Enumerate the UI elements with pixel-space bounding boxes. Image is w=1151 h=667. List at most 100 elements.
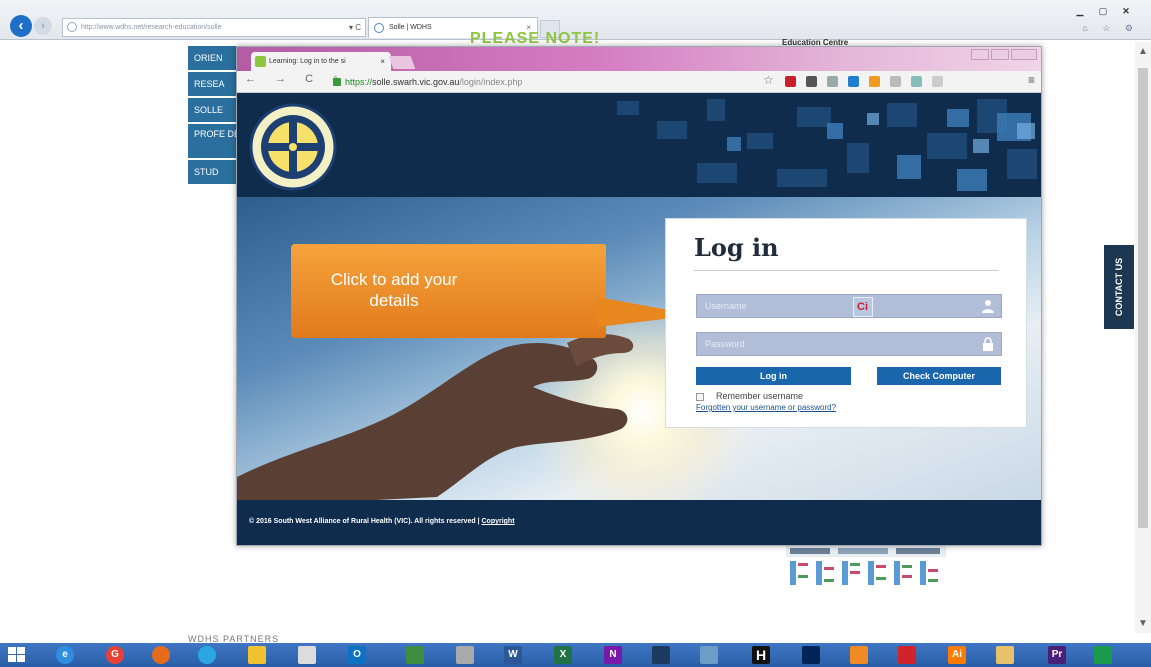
lock-icon (983, 337, 993, 351)
close-tab-icon[interactable]: × (380, 52, 385, 71)
site-footer: © 2016 South West Alliance of Rural Heal… (237, 500, 1041, 545)
maximize-button[interactable]: ▢ (1092, 4, 1114, 18)
word-icon[interactable]: W (504, 646, 522, 664)
chrome-titlebar: Learning: Log in to the si × (237, 47, 1041, 71)
callout-text: Click to add your details (289, 269, 499, 311)
app-icon[interactable] (1094, 646, 1112, 664)
bookmark-star-icon[interactable]: ☆ (763, 73, 774, 87)
username-placeholder: Username (705, 301, 747, 311)
remember-label: Remember username (716, 391, 804, 401)
swarh-logo-icon (249, 103, 337, 191)
check-computer-button[interactable]: Check Computer (877, 367, 1001, 385)
extension-icon[interactable] (932, 76, 943, 87)
extension-icon[interactable] (890, 76, 901, 87)
scroll-up-icon[interactable]: ▲ (1138, 46, 1148, 57)
scroll-thumb[interactable] (1138, 68, 1148, 528)
site-header (237, 93, 1041, 197)
lock-icon (333, 78, 341, 86)
lastpass-label: Ci (857, 301, 868, 313)
extension-icon[interactable] (785, 76, 796, 87)
close-button[interactable] (1011, 49, 1037, 60)
extension-icon[interactable] (827, 76, 838, 87)
callout-line-1: Click to add your (330, 270, 458, 289)
copyright-text: © 2016 South West Alliance of Rural Heal… (249, 518, 515, 525)
url-domain: solle.swarh.vic.gov.au (372, 77, 460, 87)
illustrator-icon[interactable]: Ai (948, 646, 966, 664)
url-path: /login/index.php (459, 77, 523, 87)
page-icon (67, 22, 77, 32)
camera-icon[interactable] (298, 646, 316, 664)
forward-icon[interactable]: › (34, 17, 52, 35)
file-explorer-icon[interactable] (248, 646, 266, 664)
extension-icon[interactable] (911, 76, 922, 87)
windows-start-icon[interactable] (8, 647, 26, 663)
remember-checkbox[interactable] (696, 392, 704, 401)
window-controls: ▁ ▢ ✕ (1068, 4, 1137, 18)
minimize-button[interactable]: ▁ (1069, 4, 1091, 18)
new-tab-button[interactable] (388, 56, 416, 69)
chrome-address-bar[interactable]: https://solle.swarh.vic.gov.au/login/ind… (331, 74, 761, 90)
ie-icon[interactable]: e (56, 646, 74, 664)
page-scrollbar[interactable]: ▲ ▼ (1135, 42, 1151, 633)
powershell-icon[interactable] (802, 646, 820, 664)
tab-favicon-icon (374, 23, 384, 33)
extension-icon[interactable] (848, 76, 859, 87)
password-placeholder: Password (705, 339, 745, 349)
contact-us-label: CONTACT US (1114, 257, 1124, 317)
menu-icon[interactable]: ≡ (1028, 73, 1035, 87)
ie-address-text: http://www.wdhs.net/research-education/s… (81, 24, 222, 31)
user-icon (982, 300, 994, 313)
chrome-window-controls (969, 49, 1037, 60)
callout-line-2: details (369, 291, 419, 310)
password-field[interactable]: Password (696, 332, 1002, 356)
app-icon[interactable] (700, 646, 718, 664)
header-decoration (617, 99, 1037, 191)
excel-icon[interactable]: X (554, 646, 572, 664)
scroll-down-icon[interactable]: ▼ (1138, 618, 1148, 629)
extension-icon[interactable] (869, 76, 880, 87)
ie-tab-title: Solle | WDHS (389, 24, 432, 31)
copyright-label: © 2016 South West Alliance of Rural Heal… (249, 518, 480, 525)
refresh-icon[interactable]: ▾ C (349, 19, 361, 36)
url-scheme: https:// (345, 77, 373, 87)
acrobat-icon[interactable] (898, 646, 916, 664)
lastpass-icon[interactable]: Ci (853, 297, 873, 317)
chrome-tab-login[interactable]: Learning: Log in to the si × (251, 52, 391, 71)
premiere-icon[interactable]: Pr (1048, 646, 1066, 664)
login-title: Log in (694, 233, 779, 262)
contact-us-tab[interactable]: CONTACT US (1104, 245, 1134, 329)
forgot-link[interactable]: Forgotten your username or password? (696, 403, 836, 412)
firefox-icon[interactable] (152, 646, 170, 664)
chrome-toolbar: ← → C ⌂ https://solle.swarh.vic.gov.au/l… (237, 71, 1041, 93)
close-button[interactable]: ✕ (1115, 4, 1137, 18)
h-app-icon[interactable]: H (752, 646, 770, 664)
app-icon[interactable] (996, 646, 1014, 664)
copyright-link[interactable]: Copyright (481, 518, 514, 525)
back-icon[interactable]: ‹ (10, 15, 32, 37)
remember-username[interactable]: Remember username (696, 391, 803, 401)
partner-logos-image (786, 545, 946, 585)
divider (694, 270, 999, 271)
chrome-window: Learning: Log in to the si × ← → C ⌂ htt… (236, 46, 1042, 546)
moodle-favicon-icon (255, 56, 266, 67)
app-icon[interactable] (406, 646, 424, 664)
login-panel: Log in Username Ci Password Log in Check… (665, 218, 1027, 428)
skype-icon[interactable] (198, 646, 216, 664)
ie-toolbar-icons[interactable]: ⌂ ☆ ⚙ (1082, 23, 1139, 34)
app-icon[interactable] (652, 646, 670, 664)
username-field[interactable]: Username Ci (696, 294, 1002, 318)
chrome-icon[interactable]: G (106, 646, 124, 664)
maximize-button[interactable] (991, 49, 1009, 60)
extension-icons (785, 76, 953, 87)
login-button[interactable]: Log in (696, 367, 851, 385)
minimize-button[interactable] (971, 49, 989, 60)
ie-address-bar[interactable]: http://www.wdhs.net/research-education/s… (62, 18, 366, 37)
taskbar: e G O W X N H Ai Pr (0, 643, 1151, 667)
outlook-icon[interactable]: O (348, 646, 366, 664)
app-icon[interactable] (850, 646, 868, 664)
app-icon[interactable] (456, 646, 474, 664)
chrome-tab-title: Learning: Log in to the si (269, 58, 346, 65)
extension-icon[interactable] (806, 76, 817, 87)
onenote-icon[interactable]: N (604, 646, 622, 664)
screen: ‹ › http://www.wdhs.net/research-educati… (0, 0, 1151, 667)
